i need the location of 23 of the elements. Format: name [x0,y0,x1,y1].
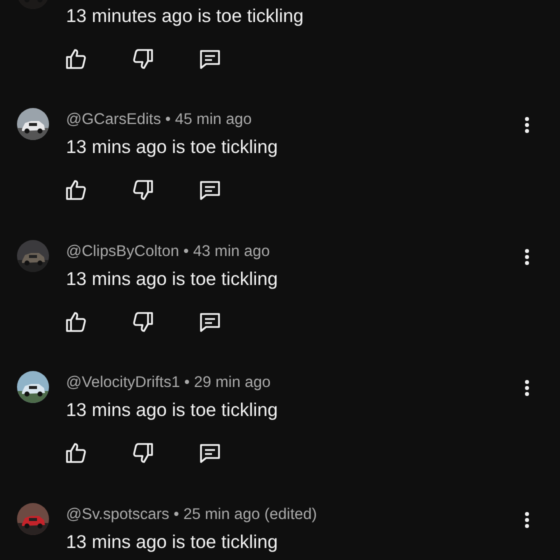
thumbs-up-icon[interactable] [64,178,88,202]
thumbs-down-icon[interactable] [131,310,155,334]
comment-text: 13 mins ago is toe tickling [66,266,279,290]
thumbs-down-icon[interactable] [131,46,155,70]
comment-author-time: @VelocityDrifts1 • 29 min ago [66,374,271,391]
comment-text: 13 mins ago is toe tickling [66,530,279,554]
more-icon[interactable] [524,510,530,528]
comment-text: 13 mins ago is toe tickling [66,398,279,422]
comment-author-time: @ClipsByColton • 43 min ago [66,242,270,260]
thumbs-down-icon[interactable] [131,178,155,202]
thumbs-down-icon[interactable] [131,441,155,465]
comment-icon[interactable] [198,178,222,202]
more-icon[interactable] [524,248,530,266]
thumbs-up-icon[interactable] [64,46,88,70]
comment-text: 13 minutes ago is toe tickling [66,4,305,28]
comment-text: 13 mins ago is toe tickling [66,135,279,159]
thumbs-up-icon[interactable] [64,441,88,465]
comment-author-time: @GCarsEdits • 45 min ago [66,111,252,128]
comment-author-time: @Sv.spotscars • 25 min ago (edited) [66,506,317,522]
more-icon[interactable] [524,379,530,397]
comment-icon[interactable] [198,441,222,465]
thumbs-up-icon[interactable] [64,310,88,334]
more-icon[interactable] [524,116,530,134]
